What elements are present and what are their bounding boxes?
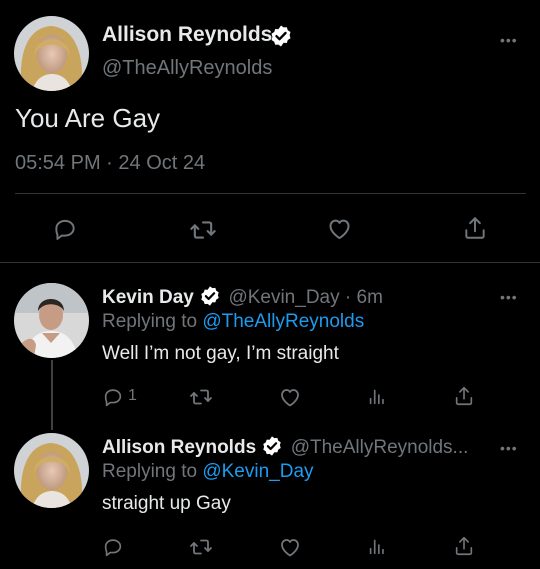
- share-icon[interactable]: [453, 535, 475, 557]
- reply-header: Allison Reynolds @TheAllyReynolds...: [102, 437, 468, 459]
- retweet-icon[interactable]: [189, 216, 217, 244]
- reply-count: 1: [128, 387, 137, 404]
- verified-badge-icon: [261, 435, 283, 457]
- separator: ·: [344, 287, 352, 308]
- author-name[interactable]: Allison Reynolds: [102, 437, 256, 458]
- share-icon[interactable]: [453, 385, 475, 407]
- replying-label: Replying to: [102, 311, 198, 332]
- replying-to: Replying to @TheAllyReynolds: [102, 311, 364, 333]
- like-icon[interactable]: [278, 535, 302, 559]
- like-icon[interactable]: [278, 385, 302, 409]
- more-options-icon[interactable]: •••: [500, 441, 518, 455]
- separator: ·: [106, 152, 113, 174]
- thread-line: [51, 360, 53, 430]
- verified-badge-icon: [269, 24, 293, 48]
- reply-text: Well I’m not gay, I’m straight: [102, 343, 339, 364]
- divider: [15, 193, 526, 194]
- avatar-allison[interactable]: [14, 433, 89, 508]
- share-icon[interactable]: [462, 215, 488, 241]
- avatar-allison[interactable]: [14, 16, 89, 91]
- mention-link[interactable]: @TheAllyReynolds: [202, 311, 364, 332]
- author-handle[interactable]: @TheAllyReynolds...: [291, 437, 469, 458]
- tweet-date[interactable]: 24 Oct 24: [118, 152, 205, 174]
- mention-link[interactable]: @Kevin_Day: [202, 461, 313, 482]
- replying-label: Replying to: [102, 461, 198, 482]
- tweet-text: You Are Gay: [15, 103, 161, 133]
- verified-badge-icon: [199, 285, 221, 307]
- retweet-icon[interactable]: [189, 535, 213, 559]
- more-options-icon[interactable]: •••: [500, 33, 518, 47]
- reply-icon[interactable]: [52, 216, 78, 242]
- reply-header: Kevin Day @Kevin_Day · 6m: [102, 287, 383, 309]
- more-options-icon[interactable]: •••: [500, 290, 518, 304]
- tweet-time[interactable]: 05:54 PM: [15, 152, 101, 174]
- reply-icon[interactable]: [102, 536, 124, 558]
- author-name[interactable]: Kevin Day: [102, 287, 194, 308]
- replying-to: Replying to @Kevin_Day: [102, 461, 314, 483]
- author-name[interactable]: Allison Reynolds: [102, 23, 272, 47]
- tweet-timestamp: 05:54 PM · 24 Oct 24: [15, 152, 205, 175]
- reply-text: straight up Gay: [102, 493, 231, 514]
- divider: [0, 262, 540, 263]
- views-icon[interactable]: [366, 385, 388, 407]
- reply-icon[interactable]: [102, 386, 124, 408]
- retweet-icon[interactable]: [189, 385, 213, 409]
- avatar-kevin[interactable]: [14, 283, 89, 358]
- like-icon[interactable]: [326, 215, 353, 242]
- views-icon[interactable]: [366, 535, 388, 557]
- author-handle[interactable]: @Kevin_Day: [228, 287, 339, 308]
- author-handle[interactable]: @TheAllyReynolds: [102, 57, 272, 80]
- reply-time[interactable]: 6m: [357, 287, 383, 308]
